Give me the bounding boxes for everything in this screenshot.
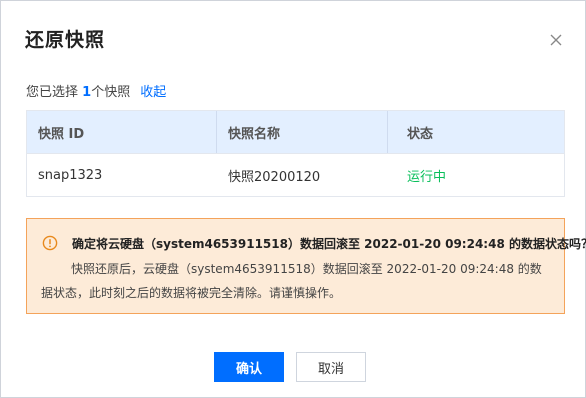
header-status: 状态 — [407, 126, 434, 142]
warning-title: 确定将云硬盘（system4653911518）数据回滚至 2022-01-20… — [72, 237, 586, 251]
confirm-button[interactable]: 确认 — [214, 352, 284, 382]
selection-suffix: 个快照 — [91, 85, 131, 100]
restore-snapshot-dialog: 还原快照 您已选择 1个快照 收起 快照 ID 快照名称 状态 snap1323 … — [0, 0, 586, 398]
header-snapshot-name: 快照名称 — [228, 126, 281, 142]
dialog-title: 还原快照 — [25, 29, 106, 51]
selection-count: 1 — [82, 85, 92, 100]
close-icon[interactable] — [547, 31, 565, 49]
warning-circle-icon — [42, 235, 58, 251]
table-row: snap1323 快照20200120 运行中 — [27, 153, 564, 197]
header-snapshot-id: 快照 ID — [38, 126, 85, 142]
selection-summary: 您已选择 1个快照 收起 — [26, 81, 166, 100]
cancel-button[interactable]: 取消 — [296, 352, 366, 382]
snapshot-table: 快照 ID 快照名称 状态 snap1323 快照20200120 运行中 — [26, 110, 565, 197]
warning-box: 确定将云硬盘（system4653911518）数据回滚至 2022-01-20… — [26, 218, 586, 314]
cell-snapshot-id: snap1323 — [38, 168, 103, 183]
warning-body: 快照还原后，云硬盘（system4653911518）数据回滚至 2022-01… — [41, 262, 542, 300]
collapse-link[interactable]: 收起 — [140, 85, 166, 100]
selection-prefix: 您已选择 — [26, 85, 83, 100]
cell-snapshot-name: 快照20200120 — [228, 170, 321, 185]
cell-status: 运行中 — [407, 170, 447, 185]
table-header: 快照 ID 快照名称 状态 — [27, 111, 564, 153]
